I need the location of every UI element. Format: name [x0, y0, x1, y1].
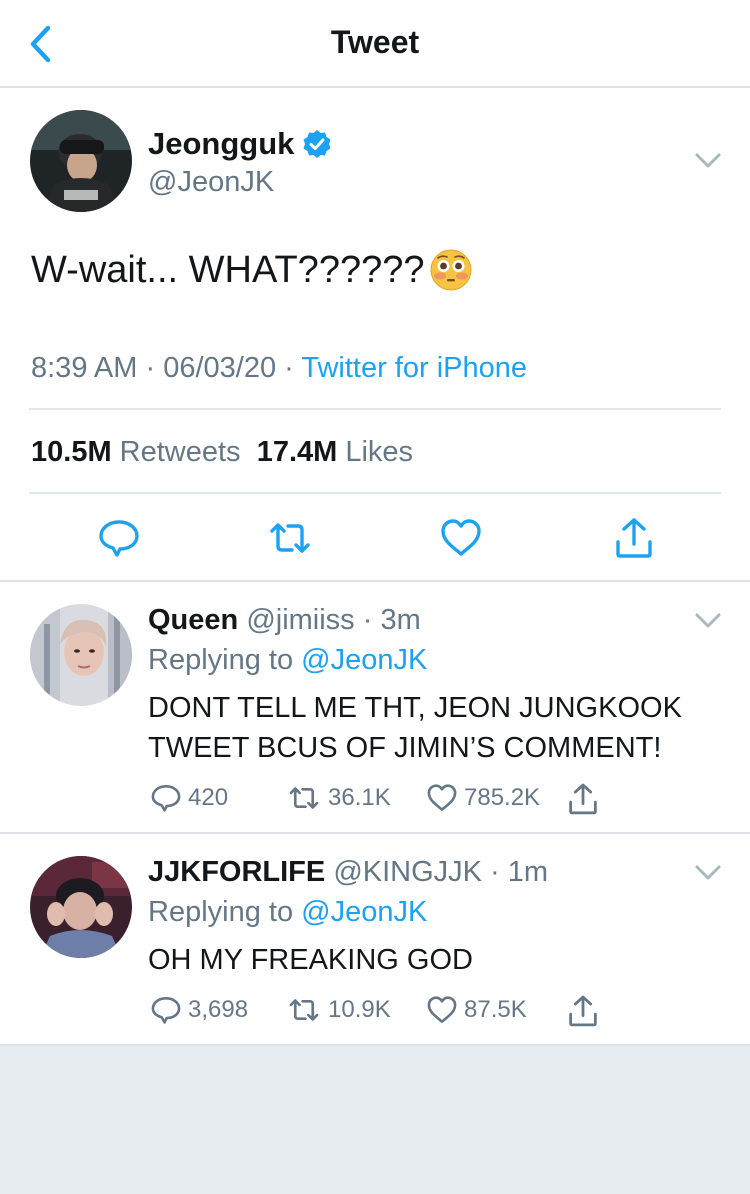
- reply-icon: [151, 785, 181, 812]
- divider: [29, 408, 721, 410]
- retweet-button[interactable]: 36.1K: [286, 782, 391, 814]
- author-name[interactable]: Queen: [148, 604, 238, 636]
- heart-icon: [427, 996, 457, 1023]
- like-button[interactable]: 87.5K: [426, 994, 527, 1026]
- like-button[interactable]: 785.2K: [426, 782, 540, 814]
- retweet-button[interactable]: [268, 516, 312, 560]
- reply-actions: 420 36.1K 785.2K: [148, 782, 748, 822]
- avatar[interactable]: [30, 110, 132, 212]
- reply-icon: [99, 520, 139, 557]
- avatar[interactable]: [30, 604, 132, 706]
- meta-separator: ·: [145, 352, 164, 384]
- reply-tweet[interactable]: Queen @jimiiss · 3m Replying to @JeonJK …: [0, 582, 750, 834]
- retweet-icon: [289, 999, 319, 1021]
- reply-actions: 3,698 10.9K 87.5K: [148, 994, 748, 1034]
- author-handle: @KINGJJK: [333, 856, 482, 888]
- heart-icon: [441, 519, 481, 556]
- reply-count: 420: [188, 784, 229, 811]
- reply-header: Queen @jimiiss · 3m: [148, 604, 421, 637]
- tweet-text: W-wait... WHAT??????: [31, 248, 473, 292]
- meta-separator: ·: [284, 352, 302, 384]
- like-button[interactable]: [439, 516, 483, 560]
- tweet-source-link[interactable]: Twitter for iPhone: [301, 352, 527, 384]
- like-count: 87.5K: [464, 996, 527, 1023]
- chevron-down-icon[interactable]: [694, 152, 722, 170]
- replying-to: Replying to @JeonJK: [148, 644, 428, 676]
- tweet-time: 8:39 AM: [31, 352, 138, 384]
- tweet-stats: 10.5M Retweets 17.4M Likes: [31, 436, 413, 469]
- reply-count: 3,698: [188, 996, 249, 1023]
- chevron-down-icon[interactable]: [694, 612, 722, 630]
- share-icon: [569, 995, 597, 1027]
- author-handle: @JeonJK: [148, 166, 275, 198]
- divider: [29, 492, 721, 494]
- author-name[interactable]: JJKFORLIFE: [148, 856, 325, 888]
- share-button[interactable]: [612, 516, 656, 560]
- reply-icon: [151, 997, 181, 1024]
- reply-time: 1m: [507, 856, 549, 888]
- mention-link[interactable]: @JeonJK: [301, 644, 427, 676]
- retweet-icon: [270, 523, 310, 553]
- share-button[interactable]: [566, 782, 606, 816]
- author-row: Jeongguk: [148, 126, 332, 162]
- reply-time: 3m: [380, 604, 421, 636]
- flushed-face-emoji-icon: [430, 249, 471, 291]
- meta-separator: ·: [482, 856, 508, 888]
- reply-button[interactable]: [97, 516, 141, 560]
- replying-to: Replying to @JeonJK: [148, 896, 428, 928]
- heart-icon: [427, 784, 457, 811]
- mention-link[interactable]: @JeonJK: [301, 896, 427, 928]
- main-tweet: Jeongguk @JeonJK W-wait... WHAT?????? 8:…: [0, 88, 750, 582]
- author-handle: @jimiiss: [246, 604, 355, 636]
- nav-header: Tweet: [0, 0, 750, 88]
- chevron-down-icon[interactable]: [694, 864, 722, 882]
- reply-button[interactable]: 420: [150, 782, 228, 814]
- retweet-count: 36.1K: [328, 784, 391, 811]
- retweets-stat[interactable]: 10.5M Retweets: [31, 436, 241, 468]
- likes-stat[interactable]: 17.4M Likes: [257, 436, 413, 468]
- retweet-count: 10.9K: [328, 996, 391, 1023]
- retweet-button[interactable]: 10.9K: [286, 994, 391, 1026]
- reply-text: DONT TELL ME THT, JEON JUNGKOOK TWEET BC…: [148, 692, 682, 764]
- share-button[interactable]: [566, 994, 606, 1028]
- tweet-meta: 8:39 AM · 06/03/20 · Twitter for iPhone: [31, 352, 527, 385]
- avatar[interactable]: [30, 856, 132, 958]
- share-icon: [569, 783, 597, 815]
- author-name[interactable]: Jeongguk: [148, 126, 294, 162]
- reply-text: OH MY FREAKING GOD: [148, 944, 473, 976]
- reply-button[interactable]: 3,698: [150, 994, 248, 1026]
- tweet-date: 06/03/20: [163, 352, 277, 384]
- reply-header: JJKFORLIFE @KINGJJK · 1m: [148, 856, 548, 889]
- like-count: 785.2K: [464, 784, 541, 811]
- retweet-icon: [289, 787, 319, 809]
- tweet-screen: Tweet Jeongguk @JeonJK W-wait... WHAT???…: [0, 0, 750, 1194]
- page-title: Tweet: [330, 24, 420, 60]
- reply-tweet[interactable]: JJKFORLIFE @KINGJJK · 1m Replying to @Je…: [0, 834, 750, 1046]
- meta-separator: ·: [354, 604, 381, 636]
- verified-badge-icon: [303, 130, 331, 158]
- share-icon: [616, 518, 652, 558]
- tweet-actions: [0, 516, 750, 560]
